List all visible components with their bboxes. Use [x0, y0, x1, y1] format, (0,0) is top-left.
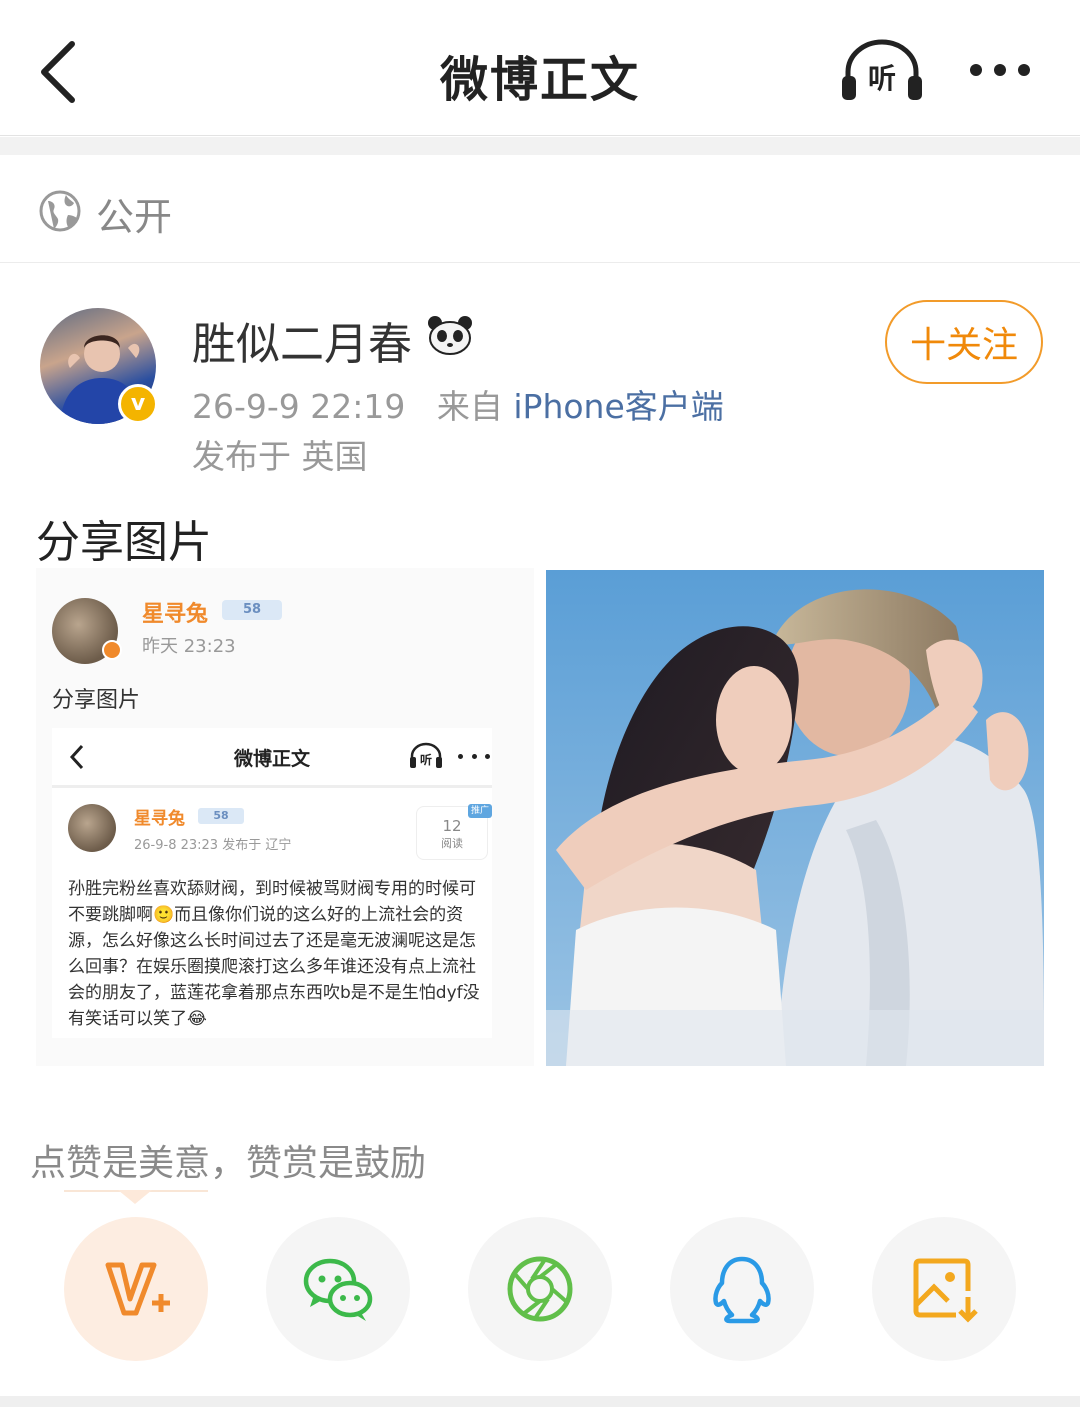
promo-tag: 推广: [468, 804, 492, 818]
read-count: 12: [442, 817, 462, 835]
nested-top-bar: 微博正文 听: [52, 728, 492, 788]
avatar: [68, 804, 116, 852]
read-label: 阅读: [441, 837, 463, 850]
nested-body: 孙胜完粉丝喜欢舔财阀，到时候被骂财阀专用的时候可不要跳脚啊🙂而且像你们说的这么好…: [68, 879, 480, 1029]
source-prefix: 来自: [436, 387, 503, 426]
more-dot-icon: [1018, 64, 1030, 76]
listen-button[interactable]: 听: [838, 36, 926, 104]
post-source-link[interactable]: iPhone客户端: [513, 387, 723, 426]
author-name[interactable]: 胜似二月春: [192, 308, 412, 372]
moments-icon: [507, 1256, 573, 1322]
level-badge: 58: [198, 808, 244, 824]
post-time: 26-9-9 22:19: [192, 387, 406, 426]
verified-badge: v: [118, 384, 158, 424]
share-wechat-button[interactable]: [266, 1217, 410, 1361]
wechat-icon: [303, 1258, 373, 1321]
headphones-icon: 听: [842, 39, 922, 100]
screenshot-author: 星寻兔: [142, 602, 209, 627]
nested-screenshot: 微博正文 听 星寻兔 58 26-9-8 23:23 发布于 辽宁 12 阅读 …: [52, 728, 492, 1038]
listen-label: 听: [868, 62, 896, 95]
screenshot-time: 昨天 23:23: [142, 636, 236, 657]
save-image-icon: [913, 1258, 978, 1323]
photo-illustration: [546, 570, 1044, 1066]
more-dot-icon: [970, 64, 982, 76]
share-moments-button[interactable]: [468, 1217, 612, 1361]
follow-button[interactable]: 十关注: [885, 300, 1043, 384]
screenshot-text: 分享图片: [52, 688, 141, 713]
post-location: 发布于 英国: [192, 437, 368, 476]
post-image-photo[interactable]: [546, 570, 1044, 1066]
nested-listen-label: 听: [420, 752, 432, 767]
top-bar: 微博正文 听: [0, 0, 1080, 136]
more-options-button[interactable]: [960, 48, 1040, 92]
verified-badge: [102, 640, 122, 660]
more-icon: [458, 754, 490, 762]
qq-icon: [713, 1256, 771, 1324]
visibility-label: 公开: [96, 195, 173, 239]
section-divider: [0, 137, 1080, 155]
level-badge: 58: [222, 600, 282, 620]
nested-time: 26-9-8 23:23 发布于 辽宁: [134, 838, 292, 853]
caret-icon: [118, 1190, 152, 1204]
post-meta: 26-9-9 22:19 来自 iPhone客户端: [192, 380, 724, 428]
more-dot-icon: [994, 64, 1006, 76]
bottom-divider: [0, 1396, 1080, 1407]
panda-icon: [428, 316, 472, 355]
nested-author: 星寻兔: [134, 809, 185, 829]
save-image-button[interactable]: [872, 1217, 1016, 1361]
reward-prompt: 点赞是美意，赞赏是鼓励: [30, 1143, 427, 1184]
vplus-icon: [105, 1262, 170, 1316]
share-weibo-reward-button[interactable]: [64, 1217, 208, 1361]
post-text: 分享图片: [36, 517, 212, 568]
share-qq-button[interactable]: [670, 1217, 814, 1361]
globe-icon: [39, 190, 81, 232]
headphones-icon: 听: [410, 742, 442, 768]
post-image-screenshot[interactable]: 星寻兔 58 昨天 23:23 分享图片 微博正文 听 星寻兔 58 26-9-…: [36, 568, 534, 1066]
